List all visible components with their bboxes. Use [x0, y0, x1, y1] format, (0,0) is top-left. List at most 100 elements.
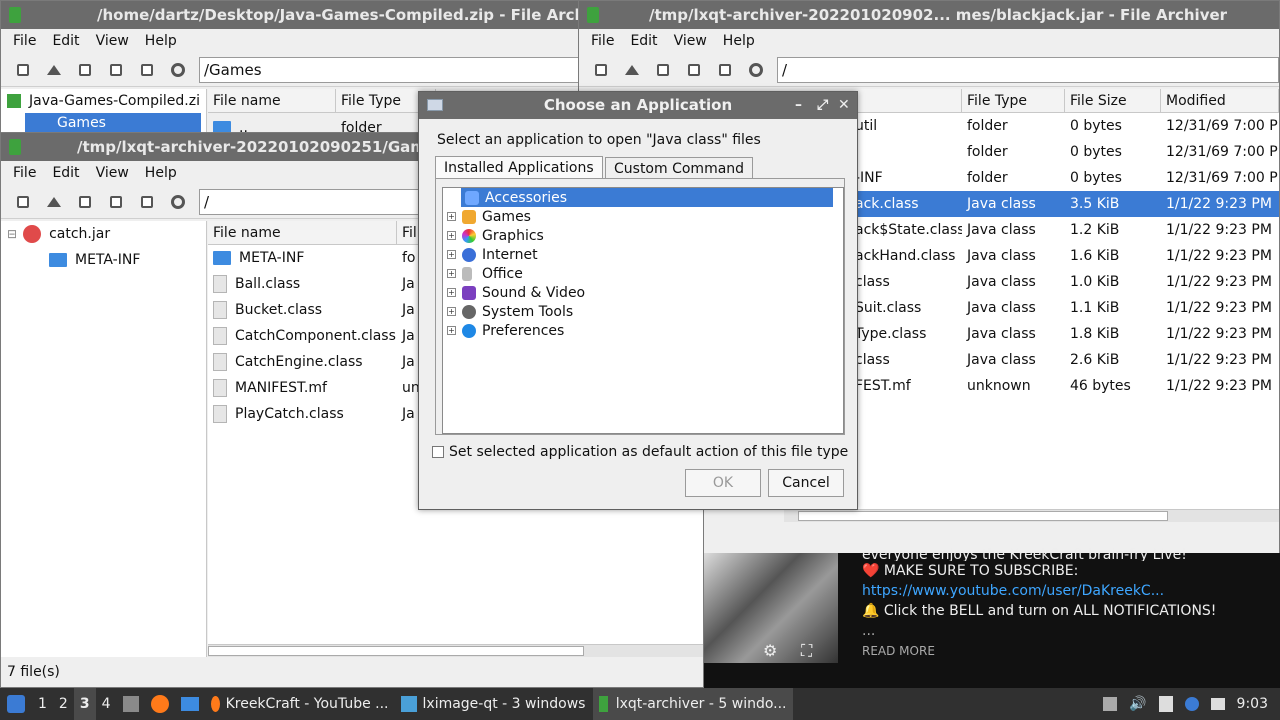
tab-installed-applications[interactable]: Installed Applications — [435, 156, 603, 178]
file-size-cell: 1.0 KiB — [1070, 274, 1120, 290]
firefox-icon[interactable] — [145, 688, 175, 720]
desktop-1[interactable]: 1 — [32, 688, 53, 720]
read-more-button[interactable]: READ MORE — [862, 641, 1272, 661]
start-menu-icon[interactable] — [0, 688, 32, 720]
file-size-cell: 3.5 KiB — [1070, 196, 1120, 212]
path-input[interactable]: /Games — [199, 56, 579, 83]
stop-button[interactable] — [740, 57, 771, 83]
desktop-3[interactable]: 3 — [73, 688, 96, 720]
up-button[interactable] — [38, 189, 69, 215]
task-lxqt-archiver[interactable]: lxqt-archiver - 5 windo... — [592, 688, 793, 720]
col-file-size[interactable]: File Size — [1065, 89, 1161, 112]
minimize-icon[interactable]: – — [795, 92, 802, 119]
category-preferences[interactable]: + Preferences — [443, 321, 843, 340]
menu-file[interactable]: File — [5, 29, 44, 53]
modified-cell: 1/1/22 9:23 PM — [1166, 326, 1272, 342]
category-office[interactable]: + Office — [443, 264, 843, 283]
menu-view[interactable]: View — [666, 29, 715, 53]
channel-link[interactable]: https://www.youtube.com/user/DaKreekC... — [862, 581, 1272, 601]
up-button[interactable] — [38, 57, 69, 83]
fullscreen-icon[interactable]: ⛶ — [801, 641, 812, 661]
category-internet[interactable]: + Internet — [443, 245, 843, 264]
new-archive-button[interactable] — [7, 57, 38, 83]
maximize-icon[interactable]: ⤢ — [817, 92, 828, 119]
col-modified[interactable]: Modified — [1161, 89, 1279, 112]
extract-button[interactable] — [69, 189, 100, 215]
file-type-cell: folder — [967, 118, 1008, 134]
menu-view[interactable]: View — [88, 29, 137, 53]
taskbar: 1 2 3 4 KreekCraft - YouTube ... lximage… — [0, 688, 1280, 720]
menu-edit[interactable]: Edit — [622, 29, 665, 53]
file-size-cell: 1.1 KiB — [1070, 300, 1120, 316]
file-type-cell: Java class — [967, 274, 1036, 290]
tab-custom-command[interactable]: Custom Command — [605, 157, 754, 179]
volume-icon[interactable]: 🔊 — [1123, 688, 1152, 720]
horizontal-scrollbar[interactable] — [208, 644, 703, 657]
network-icon[interactable] — [1205, 688, 1231, 720]
task-youtube[interactable]: KreekCraft - YouTube ... — [205, 688, 395, 720]
extract-button[interactable] — [69, 57, 100, 83]
menu-help[interactable]: Help — [137, 161, 185, 185]
desc-line-1: ❤️ MAKE SURE TO SUBSCRIBE: — [862, 563, 1079, 579]
window-2-titlebar[interactable]: /tmp/lxqt-archiver-202201020902... mes/b… — [579, 1, 1279, 29]
tree-root[interactable]: ⊟ catch.jar — [1, 221, 206, 247]
file-manager-icon[interactable] — [175, 688, 205, 720]
stop-button[interactable] — [162, 189, 193, 215]
menu-view[interactable]: View — [88, 161, 137, 185]
window-1-toolbar: /Games — [1, 53, 579, 87]
desktop-4[interactable]: 4 — [96, 688, 117, 720]
menu-file[interactable]: File — [583, 29, 622, 53]
col-file-type[interactable]: File Type — [962, 89, 1065, 112]
menu-edit[interactable]: Edit — [44, 161, 87, 185]
col-file-name[interactable]: File name — [208, 221, 397, 244]
col-file-name[interactable]: File name — [208, 89, 336, 112]
tree-root[interactable]: Java-Games-Compiled.zi — [1, 89, 206, 113]
category-graphics[interactable]: + Graphics — [443, 226, 843, 245]
cancel-button[interactable]: Cancel — [768, 469, 844, 497]
up-button[interactable] — [616, 57, 647, 83]
add-folder-button[interactable] — [131, 189, 162, 215]
dialog-titlebar[interactable]: Choose an Application – ⤢ ✕ — [419, 92, 857, 119]
category-games[interactable]: + Games — [443, 207, 843, 226]
menu-help[interactable]: Help — [137, 29, 185, 53]
stop-button[interactable] — [162, 57, 193, 83]
tree-item-meta-inf[interactable]: META-INF — [1, 247, 206, 273]
add-files-button[interactable] — [100, 57, 131, 83]
window-1-titlebar[interactable]: /home/dartz/Desktop/Java-Games-Compiled.… — [1, 1, 579, 29]
horizontal-scrollbar[interactable] — [784, 509, 1279, 522]
category-system-tools[interactable]: + System Tools — [443, 302, 843, 321]
add-files-button[interactable] — [100, 189, 131, 215]
add-folder-button[interactable] — [709, 57, 740, 83]
file-size-cell: 46 bytes — [1070, 378, 1131, 394]
close-icon[interactable]: ✕ — [838, 92, 850, 119]
file-type-cell: folder — [967, 170, 1008, 186]
file-type-cell: unknown — [967, 378, 1031, 394]
menu-edit[interactable]: Edit — [44, 29, 87, 53]
window-1-title: /home/dartz/Desktop/Java-Games-Compiled.… — [97, 6, 579, 24]
archive-icon — [9, 7, 21, 23]
settings-gear-icon[interactable]: ⚙ — [763, 641, 777, 660]
clipboard-icon[interactable] — [1153, 688, 1179, 720]
extract-button[interactable] — [647, 57, 678, 83]
file-name: CatchEngine.class — [235, 354, 363, 370]
category-sound-video[interactable]: + Sound & Video — [443, 283, 843, 302]
category-accessories[interactable]: Accessories — [461, 188, 833, 207]
ok-button[interactable]: OK — [685, 469, 761, 497]
menu-help[interactable]: Help — [715, 29, 763, 53]
menu-file[interactable]: File — [5, 161, 44, 185]
desktop-2[interactable]: 2 — [53, 688, 74, 720]
notification-icon[interactable] — [1179, 688, 1205, 720]
new-archive-button[interactable] — [585, 57, 616, 83]
default-action-checkbox[interactable] — [432, 446, 444, 458]
file-type-cell: Java class — [967, 352, 1036, 368]
show-desktop-icon[interactable] — [117, 688, 145, 720]
new-archive-button[interactable] — [7, 189, 38, 215]
file-type-cell: Java class — [967, 300, 1036, 316]
tray-eject-icon[interactable] — [1097, 688, 1123, 720]
add-folder-button[interactable] — [131, 57, 162, 83]
add-files-button[interactable] — [678, 57, 709, 83]
path-input[interactable]: / — [777, 56, 1279, 83]
task-lximage[interactable]: lximage-qt - 3 windows — [395, 688, 593, 720]
video-thumbnail[interactable]: ⚙ ⛶ — [703, 553, 838, 663]
tree-item-games[interactable]: Games — [25, 113, 201, 133]
